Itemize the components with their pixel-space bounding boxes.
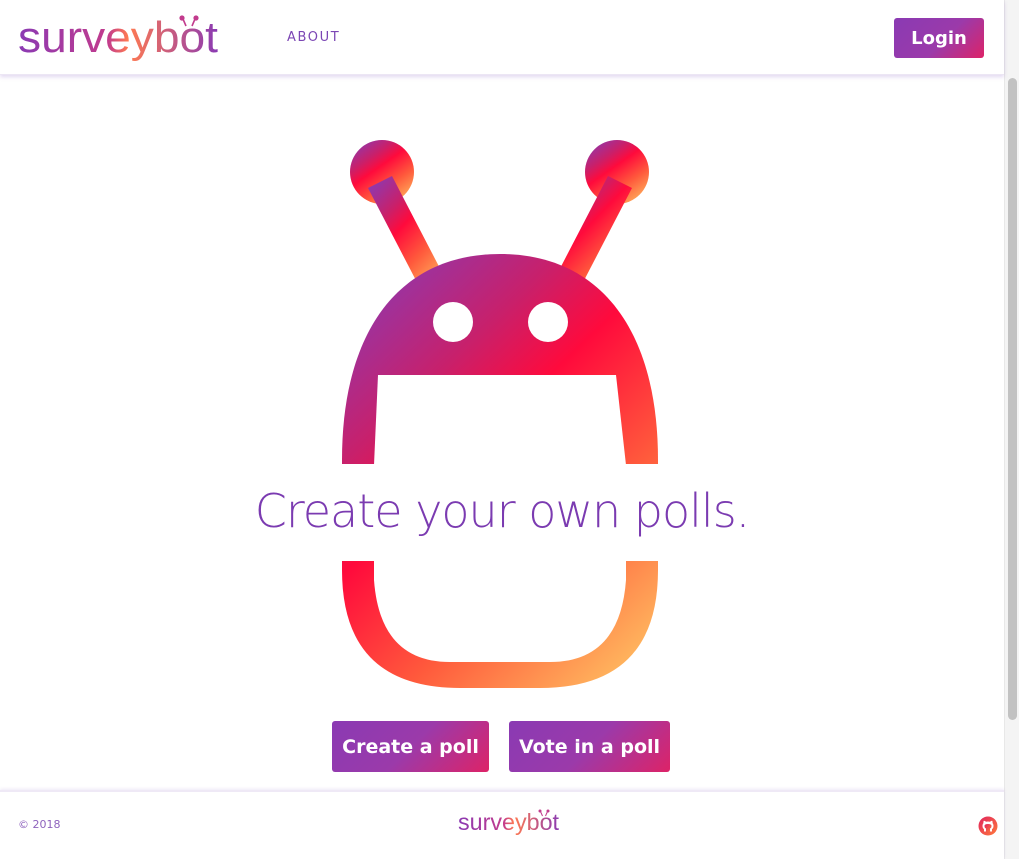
copyright-text: © 2018 (18, 818, 61, 831)
github-octocat-icon (978, 816, 998, 836)
footer-logo[interactable]: surveybot (456, 808, 562, 838)
create-poll-button[interactable]: Create a poll (332, 721, 489, 772)
nav-about-link[interactable]: ABOUT (287, 30, 340, 45)
login-button[interactable]: Login (894, 18, 984, 58)
scrollbar-thumb[interactable] (1008, 78, 1017, 720)
footer-wordmark: surveybot (458, 809, 560, 835)
site-footer: © 2018 surveybot (0, 790, 1004, 859)
vote-poll-button[interactable]: Vote in a poll (509, 721, 670, 772)
hero-headline: Create your own polls. (254, 484, 751, 538)
surveybot-logo[interactable]: surveybot (18, 12, 223, 66)
footer-logo-mark: surveybot (458, 809, 560, 835)
surveybot-logo-mark: surveybot (18, 13, 218, 62)
robot-illustration (330, 130, 670, 700)
logo-wordmark: surveybot (18, 13, 218, 62)
robot-head-icon (342, 140, 658, 688)
github-icon[interactable] (978, 816, 998, 836)
site-header: surveybot ABOUT Login (0, 0, 1004, 75)
page-scrollbar[interactable] (1004, 0, 1019, 859)
